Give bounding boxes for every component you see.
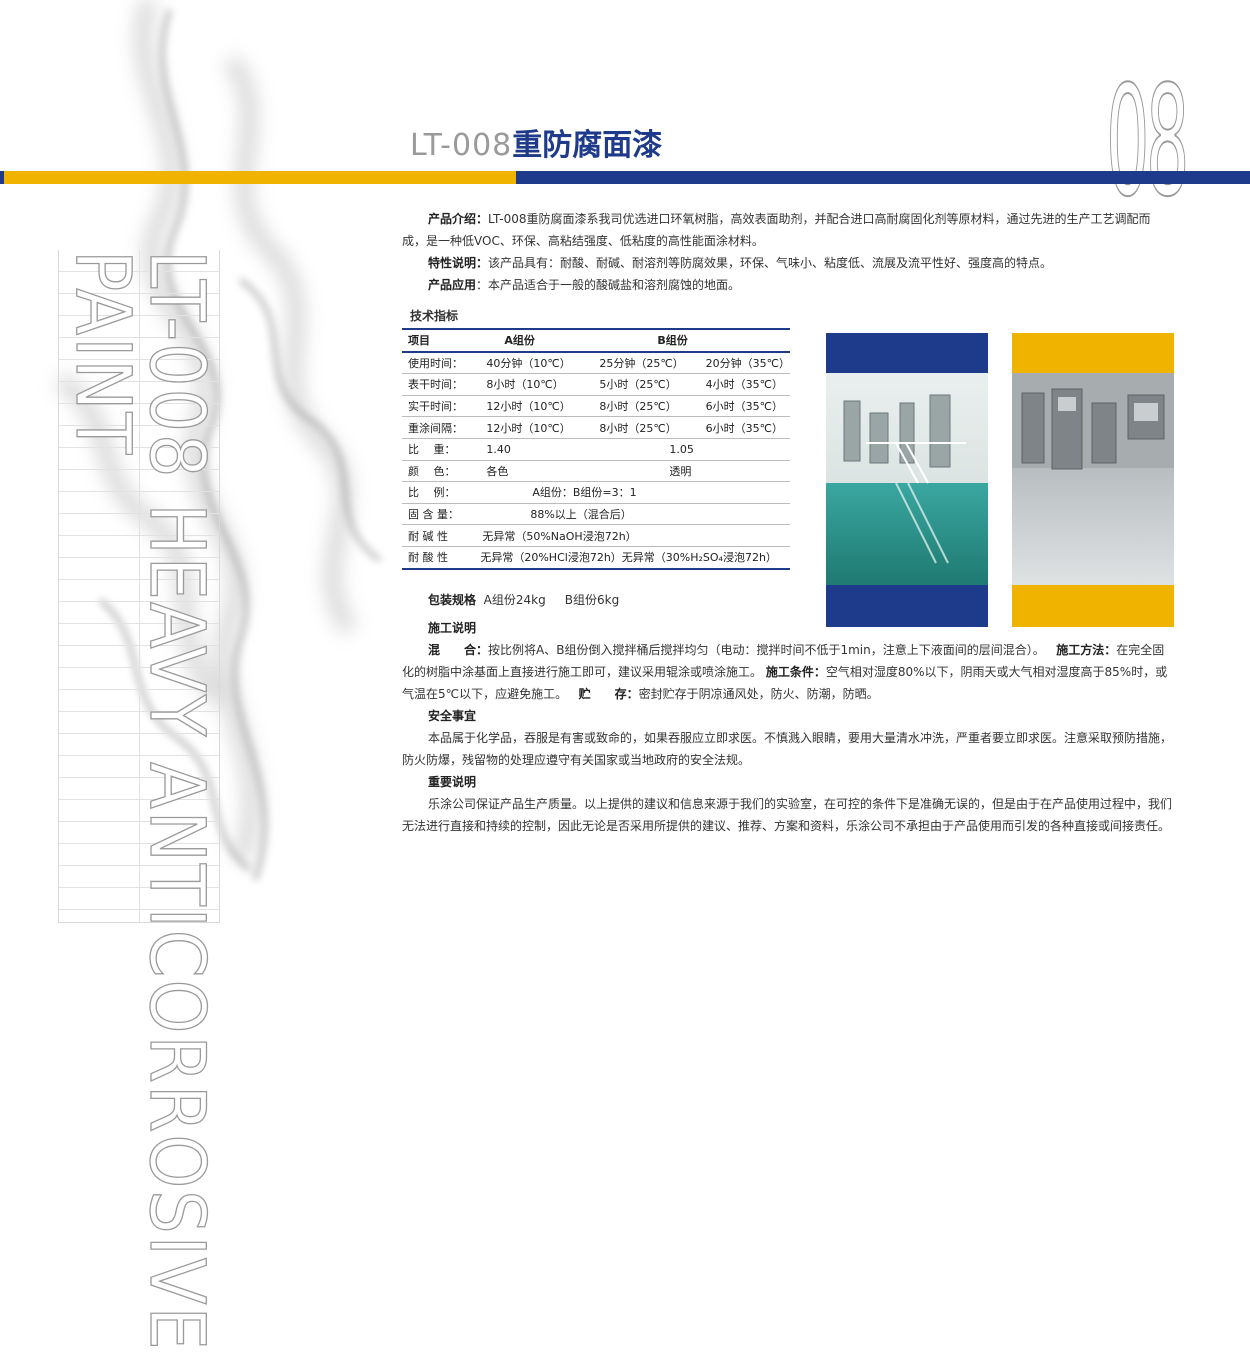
table-cell: 6小时（35℃） [705,416,790,439]
page-number: 08 [1106,53,1190,230]
condition-label: 施工条件： [765,665,826,679]
table-row: 耐 碱 性 无异常（50%NaOH浸泡72h） [402,524,790,547]
application-label: 产品应用 [428,278,477,292]
table-cell: 20分钟（35℃） [705,351,790,375]
table-row: 表干时间： 8小时（10℃） 5小时（25℃） 4小时（35℃） [402,373,790,396]
table-row: 使用时间： 40分钟（10℃） 25分钟（25℃） 20分钟（35℃） [402,351,790,375]
table-row: 重涂间隔： 12小时（10℃） 8小时（25℃） 6小时（35℃） [402,416,790,439]
feature-text: 该产品具有：耐酸、耐碱、耐溶剂等防腐效果，环保、气味小、粘度低、流展及流平性好、… [488,256,1053,270]
packing-a: A组份24kg [483,593,546,607]
intro-section: 产品介绍：LT-008重防腐面漆系我司优选进口环氧树脂，高效表面助剂，并配合进口… [402,208,1174,296]
table-cell: 比 重： [402,438,481,461]
table-row: 耐 酸 性 无异常（20%HCl浸泡72h）无异常（30%H₂SO₄浸泡72h） [402,546,790,570]
product-code: LT-008 [410,128,513,163]
storage-text: 密封贮存于阴凉通风处，防火、防潮，防晒。 [638,687,879,701]
table-cell: 8小时（10℃） [480,373,600,396]
notice-text: 乐涂公司保证产品生产质量。以上提供的建议和信息来源于我们的实验室，在可控的条件下… [402,797,1173,833]
table-header-cell: B组份 [599,329,790,353]
table-cell: A组份：B组份=3：1 [480,481,790,504]
table-row: 比 例： A组份：B组份=3：1 [402,481,790,504]
table-cell: 88%以上（混合后） [480,503,790,526]
navy-band-start [0,171,4,184]
table-cell: 25分钟（25℃） [599,351,706,375]
method-label: 施工方法： [1056,643,1117,657]
construction-text: 混 合：按比例将A、B组份倒入搅拌桶后搅拌均匀（电动：搅拌时间不低于1min，注… [402,639,1174,705]
product-intro-text: LT-008重防腐面漆系我司优选进口环氧树脂，高效表面助剂，并配合进口高耐腐固化… [402,212,1151,248]
packing-b: B组份6kg [564,593,620,607]
application-desc: 产品应用：本产品适合于一般的酸碱盐和溶剂腐蚀的地面。 [402,274,1174,296]
application-text: ：本产品适合于一般的酸碱盐和溶剂腐蚀的地面。 [476,278,741,292]
table-cell: 实干时间： [402,395,481,418]
table-header-row: 项目 A组份 B组份 [402,329,790,353]
table-header-cell: 项目 [402,329,481,353]
table-cell: 比 例： [402,481,481,504]
table-row: 颜 色： 各色 透明 [402,460,790,483]
tech-title: 技术指标 [410,309,459,323]
table-cell: 无异常（20%HCl浸泡72h）无异常（30%H₂SO₄浸泡72h） [480,546,790,570]
table-cell: 透明 [599,460,790,483]
table-cell: 表干时间： [402,373,481,396]
table-cell: 8小时（25℃） [599,395,706,418]
packing-label: 包装规格 [428,593,477,607]
table-row: 固 含 量： 88%以上（混合后） [402,503,790,526]
table-row: 比 重： 1.40 1.05 [402,438,790,461]
safety-text: 本品属于化学品，吞服是有害或致命的，如果吞服应立即求医。不慎溅入眼睛，要用大量清… [402,731,1173,767]
mix-text: 按比例将A、B组份倒入搅拌桶后搅拌均匀（电动：搅拌时间不低于1min，注意上下液… [488,643,1045,657]
product-intro-label: 产品介绍： [428,212,489,226]
product-name: 重防腐面漆 [512,128,663,163]
table-cell: 1.40 [480,438,600,461]
table-cell: 耐 酸 性 [402,546,481,570]
safety-title: 安全事宜 [428,709,477,723]
navy-band [516,171,1250,184]
page-title: LT-008重防腐面漆 [410,120,662,164]
table-cell: 1.05 [599,438,790,461]
notice-title: 重要说明 [428,775,477,789]
table-cell: 颜 色： [402,460,481,483]
table-cell: 无异常（50%NaOH浸泡72h） [480,524,790,547]
table-cell: 40分钟（10℃） [480,351,600,375]
mix-label: 混 合： [428,643,489,657]
table-cell: 各色 [480,460,600,483]
product-intro: 产品介绍：LT-008重防腐面漆系我司优选进口环氧树脂，高效表面助剂，并配合进口… [402,208,1174,252]
construction-title: 施工说明 [428,621,477,635]
table-row: 实干时间： 12小时（10℃） 8小时（25℃） 6小时（35℃） [402,395,790,418]
table-cell: 使用时间： [402,351,481,375]
table-header-cell: A组份 [480,329,600,353]
feature-desc: 特性说明：该产品具有：耐酸、耐碱、耐溶剂等防腐效果，环保、气味小、粘度低、流展及… [402,252,1174,274]
spec-table: 项目 A组份 B组份 使用时间： 40分钟（10℃） 25分钟（25℃） 20分… [402,328,790,570]
table-cell: 8小时（25℃） [599,416,706,439]
table-cell: 5小时（25℃） [599,373,706,396]
vertical-english-subtitle: PAINT [58,249,148,457]
table-cell: 耐 碱 性 [402,524,481,547]
factory-floor-photo-green [826,333,988,627]
table-cell: 12小时（10℃） [480,416,600,439]
table-cell: 4小时（35℃） [705,373,790,396]
table-cell: 6小时（35℃） [705,395,790,418]
body-section: 包装规格 A组份24kg B组份6kg 施工说明 混 合：按比例将A、B组份倒入… [402,589,1174,837]
table-cell: 固 含 量： [402,503,481,526]
factory-floor-photo-gray [1012,333,1174,627]
table-cell: 12小时（10℃） [480,395,600,418]
yellow-band [0,171,516,184]
feature-label: 特性说明： [428,256,489,270]
table-cell: 重涂间隔： [402,416,481,439]
storage-label: 贮 存： [578,687,639,701]
packing-line: 包装规格 A组份24kg B组份6kg [402,589,1174,611]
